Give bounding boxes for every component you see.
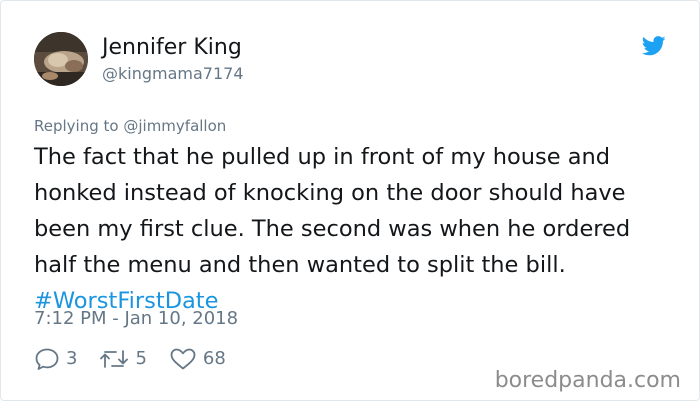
like-count: 68 [202,348,226,369]
tweet-card: Jennifer King @kingmama7174 Replying to … [0,0,700,401]
reply-icon [35,348,59,370]
reply-button[interactable]: 3 [34,347,77,371]
avatar-photo [34,32,88,86]
retweet-count: 5 [135,348,147,369]
avatar[interactable] [34,32,88,86]
retweet-button[interactable]: 5 [99,347,147,371]
tweet-actions: 3 5 68 [34,345,248,373]
tweet-timestamp[interactable]: 7:12 PM - Jan 10, 2018 [34,307,238,331]
tweet-text-line: The fact that he pulled up in front of m… [34,144,611,170]
replying-mention-link[interactable]: @jimmyfallon [123,117,226,135]
tweet-text-line: half the menu and then wanted to split t… [34,252,566,278]
replying-prefix: Replying to [34,117,119,135]
like-button[interactable]: 68 [169,347,226,371]
retweet-icon [100,350,129,368]
tweet-text: The fact that he pulled up in front of m… [34,139,674,319]
tweet-text-line: been my first clue. The second was when … [34,216,631,242]
reply-count: 3 [66,348,78,369]
author-handle[interactable]: @kingmama7174 [102,63,244,85]
watermark: boredpanda.com [494,368,681,393]
author-name[interactable]: Jennifer King [102,34,242,62]
heart-icon [170,348,196,370]
tweet-text-line: honked instead of knocking on the door s… [34,180,626,206]
replying-to: Replying to @jimmyfallon [34,116,226,136]
twitter-bird-icon[interactable] [641,36,666,56]
